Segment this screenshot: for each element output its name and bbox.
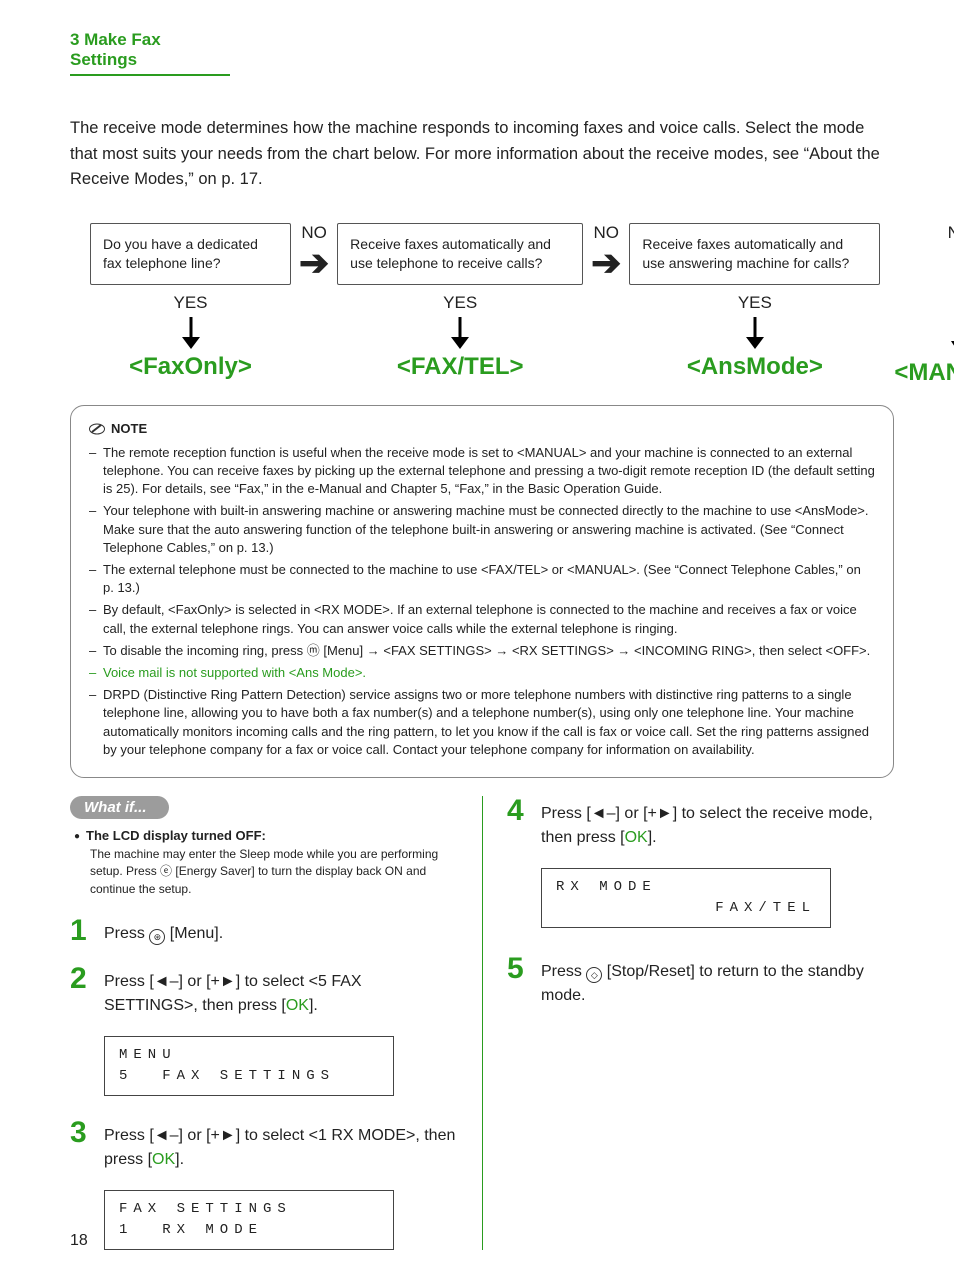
step-2: 2 Press [◄–] or [+►] to select <5 FAX SE… (70, 964, 458, 1018)
step-1: 1 Press ⊛ [Menu]. (70, 916, 458, 946)
lcd-display: RX MODE FAX/TEL (541, 868, 831, 928)
arrow-down-icon (742, 315, 768, 349)
lcd-display: MENU 5 FAX SETTINGS (104, 1036, 394, 1096)
arrow-right-icon: ➔ (591, 245, 621, 281)
arrow-down-long-icon (947, 245, 954, 355)
no-label: NO (594, 223, 620, 243)
flowchart: Do you have a dedicated fax telephone li… (70, 223, 894, 387)
lcd-display: FAX SETTINGS 1 RX MODE (104, 1190, 394, 1250)
note-item: DRPD (Distinctive Ring Pattern Detection… (89, 686, 875, 759)
step-5: 5 Press ◇ [Stop/Reset] to return to the … (507, 954, 894, 1008)
step-number: 5 (507, 954, 529, 984)
note-item: The external telephone must be connected… (89, 561, 875, 597)
step-number: 4 (507, 796, 529, 826)
note-title: NOTE (111, 420, 147, 438)
step-number: 1 (70, 916, 92, 946)
step-number: 3 (70, 1118, 92, 1148)
note-item: The remote reception function is useful … (89, 444, 875, 499)
note-item: To disable the incoming ring, press ⓜ [M… (89, 642, 875, 660)
note-item: Your telephone with built-in answering m… (89, 502, 875, 557)
no-label: NO (301, 223, 327, 243)
arrow-down-icon (178, 315, 204, 349)
mode-faxonly: <FaxOnly> (129, 353, 252, 381)
flow-question-1: Do you have a dedicated fax telephone li… (90, 223, 291, 285)
pencil-icon (89, 421, 105, 437)
mode-faxtel: <FAX/TEL> (397, 353, 524, 381)
menu-button-icon: ⊛ (149, 929, 165, 945)
arrow-right-icon: ➔ (299, 245, 329, 281)
intro-paragraph: The receive mode determines how the mach… (70, 116, 894, 193)
stop-reset-button-icon: ◇ (586, 967, 602, 983)
yes-label: YES (443, 293, 477, 313)
note-box: NOTE The remote reception function is us… (70, 405, 894, 778)
flow-question-3: Receive faxes automatically and use answ… (629, 223, 880, 285)
step-3: 3 Press [◄–] or [+►] to select <1 RX MOD… (70, 1118, 458, 1172)
whatif-heading: What if... (70, 796, 169, 819)
section-heading: 3 Make Fax Settings (70, 30, 230, 76)
no-label: NO (948, 223, 954, 243)
note-item-highlight: Voice mail is not supported with <Ans Mo… (89, 664, 875, 682)
yes-label: YES (173, 293, 207, 313)
mode-ansmode: <AnsMode> (687, 353, 823, 381)
mode-manual: <MANUAL> (894, 359, 954, 387)
note-item: By default, <FaxOnly> is selected in <RX… (89, 601, 875, 637)
yes-label: YES (738, 293, 772, 313)
flow-question-2: Receive faxes automatically and use tele… (337, 223, 583, 285)
step-4: 4 Press [◄–] or [+►] to select the recei… (507, 796, 894, 850)
step-number: 2 (70, 964, 92, 994)
whatif-body: The LCD display turned OFF: The machine … (70, 827, 458, 898)
arrow-down-icon (447, 315, 473, 349)
